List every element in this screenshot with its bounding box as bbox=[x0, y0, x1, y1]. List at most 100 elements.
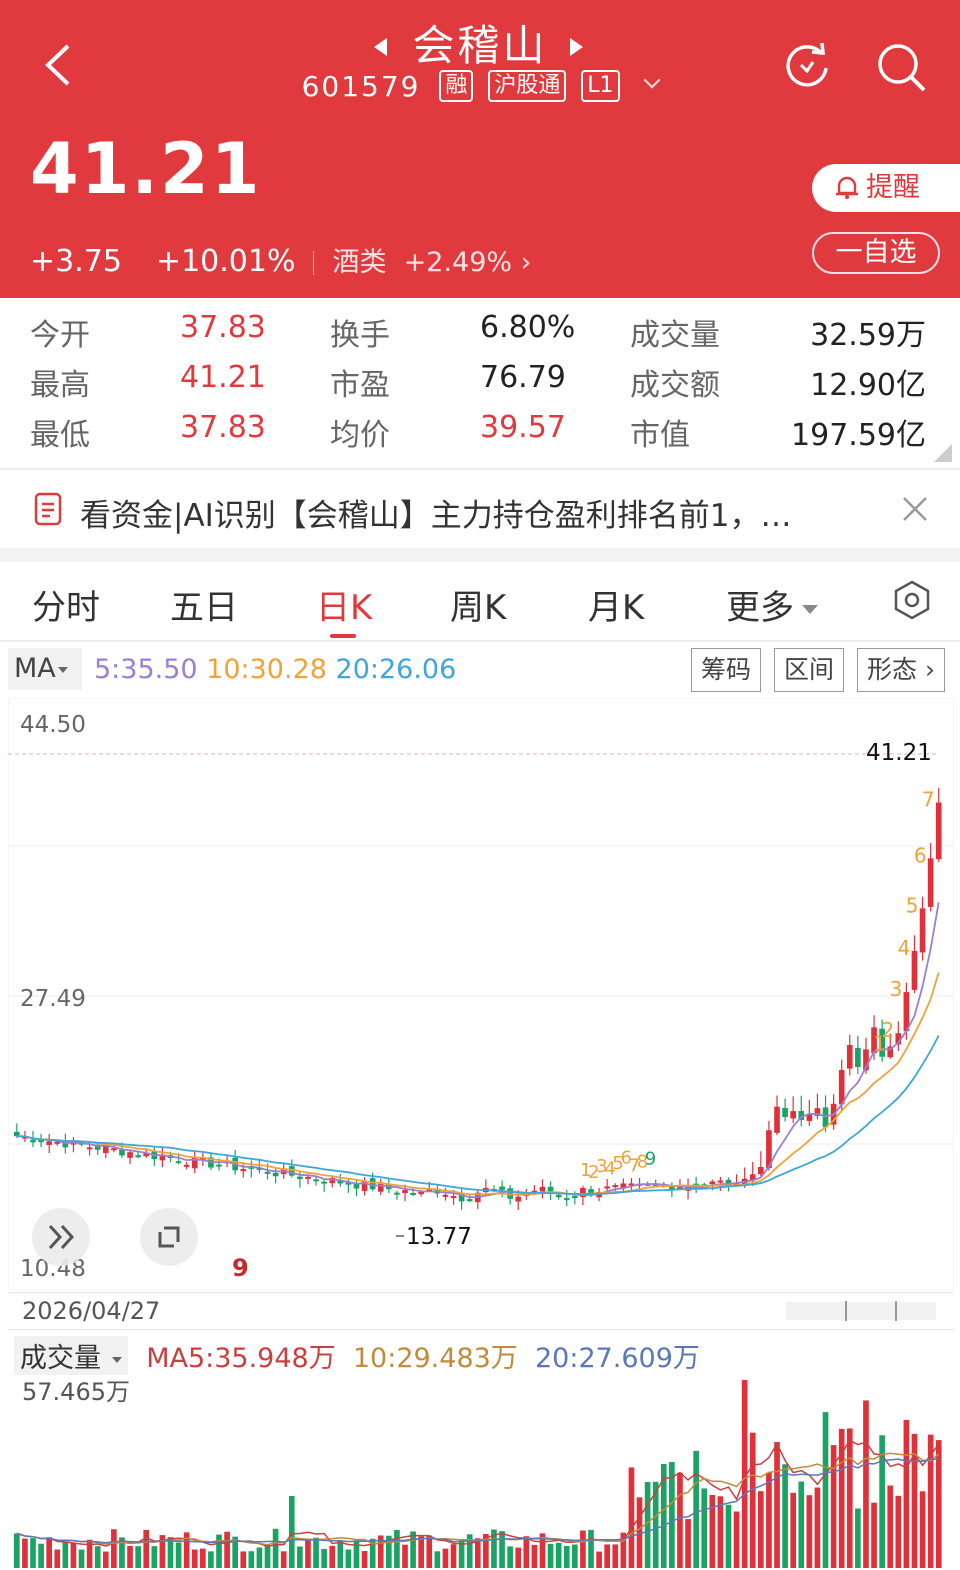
volume-bar bbox=[555, 1542, 562, 1568]
stat-value: 12.90亿 bbox=[810, 368, 926, 403]
close-icon[interactable] bbox=[900, 494, 930, 524]
next-stock-icon[interactable] bbox=[570, 38, 583, 56]
candle-body bbox=[321, 1181, 327, 1184]
prev-stock-icon[interactable] bbox=[374, 38, 387, 56]
volume-bar bbox=[280, 1551, 287, 1568]
volume-bar bbox=[895, 1495, 902, 1568]
remind-button[interactable]: 提醒 bbox=[812, 164, 960, 212]
candle-body bbox=[935, 802, 942, 860]
volume-bar bbox=[919, 1491, 926, 1568]
candle-body bbox=[272, 1172, 279, 1177]
sequence-label: 7 bbox=[922, 788, 935, 812]
industry-name: 酒类 bbox=[332, 247, 387, 278]
pattern-button[interactable]: 形态 › bbox=[857, 648, 945, 692]
volume-bar bbox=[248, 1551, 255, 1568]
volume-bar bbox=[313, 1537, 319, 1568]
volume-bar bbox=[288, 1496, 295, 1568]
candle-body bbox=[264, 1171, 271, 1174]
scroll-thumb-icon[interactable] bbox=[786, 1299, 936, 1323]
margin-tag: 融 bbox=[439, 70, 474, 102]
watchlist-button[interactable]: 一自选 bbox=[812, 232, 940, 274]
tab-intraday[interactable]: 分时 bbox=[32, 580, 100, 629]
volume-bar bbox=[191, 1549, 198, 1568]
stat-value: 37.83 bbox=[180, 410, 266, 445]
tab-weekly-k[interactable]: 周K bbox=[450, 580, 506, 629]
volume-bar bbox=[14, 1533, 20, 1568]
volume-bar bbox=[402, 1544, 408, 1568]
volume-bar bbox=[798, 1481, 805, 1568]
volume-bar bbox=[758, 1491, 764, 1568]
volume-bar bbox=[434, 1551, 441, 1568]
volume-bar bbox=[321, 1548, 327, 1568]
candle-body bbox=[127, 1152, 133, 1158]
settings-icon[interactable] bbox=[892, 580, 932, 620]
candle-body bbox=[46, 1141, 53, 1145]
tab-monthly-k[interactable]: 月K bbox=[588, 580, 644, 629]
volume-bar bbox=[240, 1551, 247, 1568]
search-icon[interactable] bbox=[874, 40, 928, 94]
stat-label: 今开 bbox=[30, 318, 90, 353]
refresh-icon[interactable] bbox=[782, 40, 832, 90]
volume-bar bbox=[143, 1529, 150, 1568]
volume-bar bbox=[329, 1545, 336, 1568]
candle-body bbox=[353, 1183, 360, 1189]
candle-body bbox=[555, 1194, 562, 1198]
candle-body bbox=[758, 1166, 764, 1175]
kline-chart[interactable]: 44.50 27.49 10.48 41.21 13.77 9 12345671… bbox=[8, 698, 954, 1290]
change-amount: +3.75 bbox=[30, 244, 122, 279]
stat-label: 市盈 bbox=[330, 368, 390, 403]
ma-selector-label: MA bbox=[14, 653, 56, 684]
ma-indicator-row: MA 5:35.50 10:30.28 20:26.06 筹码 区间 形态 › bbox=[8, 648, 958, 692]
volume-bar bbox=[46, 1537, 53, 1568]
volume-bar bbox=[394, 1529, 400, 1568]
stat-label: 最低 bbox=[30, 418, 90, 453]
sequence-label: 6 bbox=[914, 843, 927, 867]
chevron-down-icon[interactable] bbox=[643, 71, 661, 89]
candle-body bbox=[297, 1176, 303, 1180]
volume-bar bbox=[22, 1538, 28, 1568]
volume-bar bbox=[38, 1543, 44, 1568]
volume-bar bbox=[855, 1508, 861, 1568]
candle-body bbox=[30, 1139, 36, 1143]
caret-down-icon bbox=[802, 605, 818, 614]
volume-bar bbox=[272, 1528, 279, 1568]
candle-body bbox=[790, 1111, 797, 1119]
bell-icon bbox=[836, 176, 858, 199]
caret-down-icon bbox=[111, 1356, 122, 1363]
volume-bar bbox=[887, 1485, 894, 1568]
volume-bar bbox=[846, 1428, 853, 1568]
volume-bar bbox=[175, 1542, 182, 1568]
volume-bar bbox=[361, 1550, 368, 1568]
range-button[interactable]: 区间 bbox=[774, 648, 845, 692]
volume-chart[interactable] bbox=[8, 1370, 954, 1568]
candle-body bbox=[846, 1045, 853, 1069]
event-marker[interactable]: 9 bbox=[232, 1254, 249, 1282]
volume-bar bbox=[305, 1538, 311, 1568]
volume-bar bbox=[701, 1488, 708, 1568]
industry-link[interactable]: 酒类 +2.49% › bbox=[332, 247, 531, 278]
candle-body bbox=[119, 1149, 125, 1156]
fullscreen-fab[interactable] bbox=[140, 1208, 198, 1266]
news-banner[interactable]: 看资金|AI识别【会稽山】主力持仓盈利排名前1，… bbox=[0, 470, 960, 548]
candle-body bbox=[774, 1106, 780, 1133]
volume-bar bbox=[749, 1432, 756, 1568]
news-text: 看资金|AI识别【会稽山】主力持仓盈利排名前1，… bbox=[80, 498, 792, 534]
stat-value: 197.59亿 bbox=[791, 418, 926, 453]
volume-bar bbox=[709, 1494, 716, 1568]
volume-bar bbox=[628, 1467, 635, 1568]
expand-fab[interactable] bbox=[32, 1208, 90, 1266]
volume-bar bbox=[717, 1496, 724, 1568]
industry-percent: +2.49% bbox=[403, 247, 513, 278]
chip-distribution-button[interactable]: 筹码 bbox=[691, 648, 762, 692]
volume-bar bbox=[111, 1529, 117, 1568]
tab-more[interactable]: 更多 bbox=[726, 580, 818, 629]
divider bbox=[0, 640, 960, 642]
volume-bar bbox=[822, 1412, 829, 1568]
ma-selector[interactable]: MA bbox=[8, 648, 82, 690]
expand-corner-icon[interactable] bbox=[934, 444, 952, 462]
tab-daily-k[interactable]: 日K bbox=[316, 580, 372, 629]
level-tag: L1 bbox=[581, 70, 620, 102]
tab-five-day[interactable]: 五日 bbox=[170, 580, 238, 629]
stat-value: 39.57 bbox=[480, 410, 566, 445]
volume-bar bbox=[62, 1541, 69, 1568]
